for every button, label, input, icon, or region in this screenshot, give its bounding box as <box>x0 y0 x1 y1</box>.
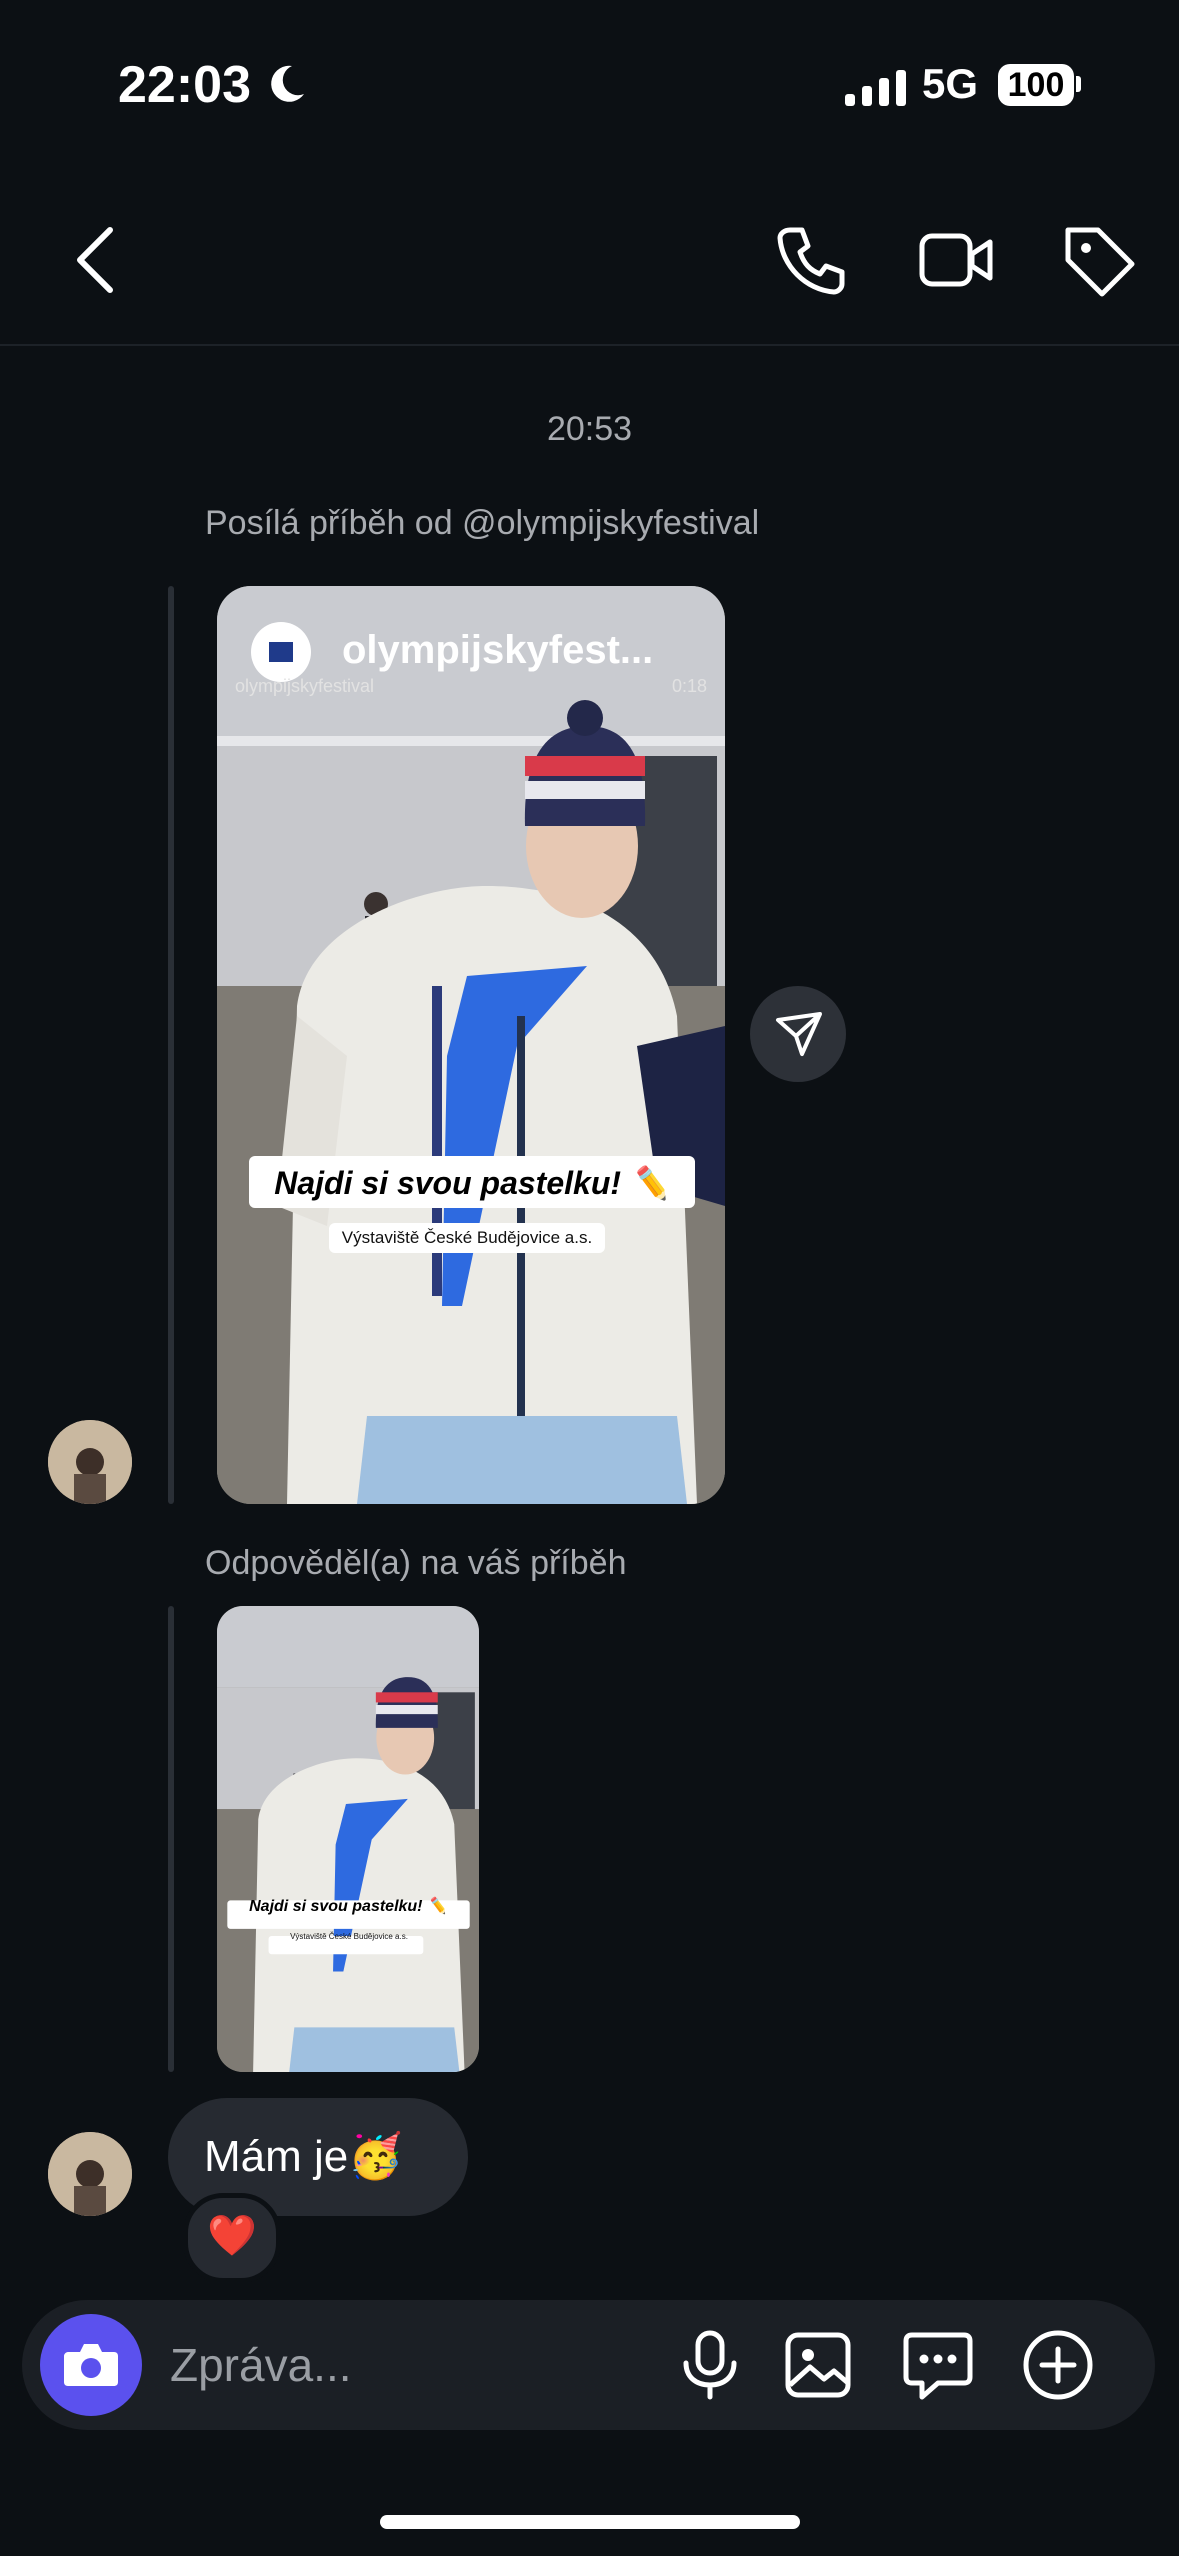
microphone-icon[interactable] <box>670 2325 750 2405</box>
video-camera-icon[interactable] <box>916 220 996 300</box>
reply-story-location: Výstaviště České Budějovice a.s. <box>290 1932 408 1941</box>
message-input[interactable]: Zpráva... <box>170 2338 352 2392</box>
share-button[interactable] <box>750 986 846 1082</box>
home-indicator[interactable] <box>380 2515 800 2529</box>
status-time: 22:03 <box>118 56 251 114</box>
battery-icon: 100 <box>998 64 1074 106</box>
message-text: Mám je🥳 <box>204 2132 404 2181</box>
avatar[interactable] <box>48 2132 132 2216</box>
battery-nub <box>1076 76 1081 92</box>
story-location: Výstaviště České Budějovice a.s. <box>341 1228 593 1247</box>
camera-icon <box>64 2344 118 2386</box>
avatar[interactable] <box>48 1420 132 1504</box>
story-duration: 0:18 <box>672 676 708 696</box>
heart-icon: ❤️ <box>207 2214 257 2258</box>
story-caption: Najdi si svou pastelku! ✏️ <box>274 1165 670 1201</box>
reply-story-card[interactable]: Najdi si svou pastelku! ✏️ Výstaviště Če… <box>217 1606 479 2072</box>
reply-quote-line <box>168 1606 174 2072</box>
story-image <box>217 586 725 1504</box>
phone-icon[interactable] <box>772 220 852 300</box>
story-account-small: olympijskyfestival <box>235 676 375 696</box>
header-divider <box>0 344 1179 346</box>
avatar-image <box>48 1420 132 1504</box>
reply-story-image <box>217 1606 479 2072</box>
camera-button[interactable] <box>40 2314 142 2416</box>
gallery-icon[interactable] <box>778 2325 858 2405</box>
send-icon <box>776 1012 822 1056</box>
signal-icon <box>845 70 907 106</box>
moon-icon <box>271 65 304 102</box>
shared-story-card[interactable]: olympijskyfest... olympijskyfestival 0:1… <box>217 586 725 1504</box>
thread-timestamp: 20:53 <box>546 410 633 448</box>
network-label: 5G <box>922 60 979 107</box>
sticker-chat-icon[interactable] <box>898 2325 978 2405</box>
plus-icon[interactable] <box>1018 2325 1098 2405</box>
back-icon[interactable] <box>58 220 138 300</box>
shared-story-note: Posílá příběh od @olympijskyfestival <box>205 504 760 542</box>
story-quote-line <box>168 586 174 1504</box>
story-account: olympijskyfest... <box>342 628 654 672</box>
tag-icon[interactable] <box>1058 220 1138 300</box>
reaction-badge[interactable]: ❤️ <box>183 2193 281 2283</box>
avatar-image <box>48 2132 132 2216</box>
reply-story-note: Odpověděl(a) na váš příběh <box>205 1544 627 1582</box>
reply-story-caption: Najdi si svou pastelku! ✏️ <box>249 1898 447 1915</box>
